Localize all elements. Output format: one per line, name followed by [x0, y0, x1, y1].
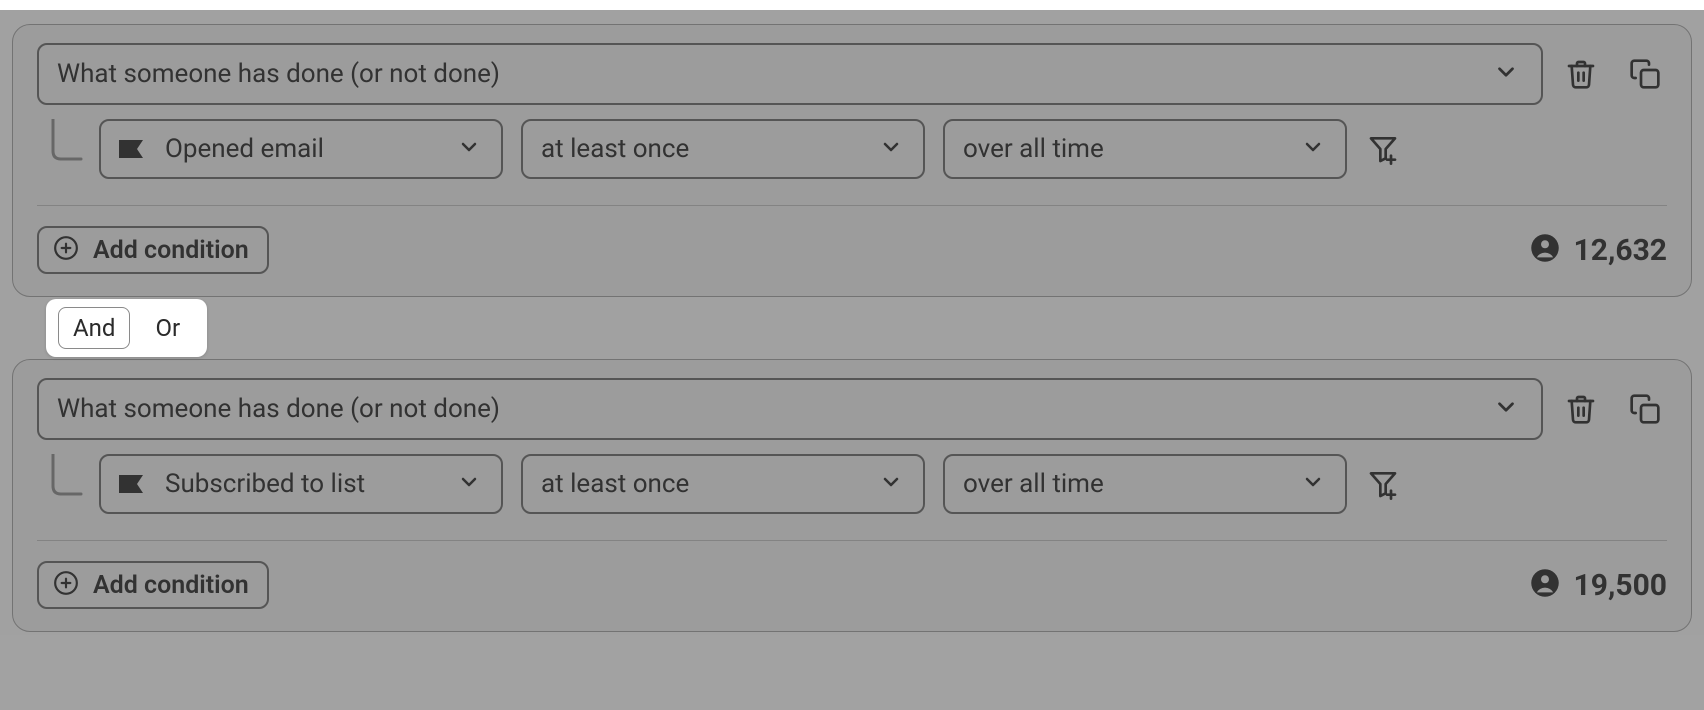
person-icon — [1530, 233, 1560, 267]
count-value: 12,632 — [1574, 233, 1667, 268]
add-condition-label: Add condition — [93, 236, 249, 265]
card-header-row: What someone has done (or not done) — [37, 378, 1667, 440]
count-value: 19,500 — [1574, 568, 1667, 603]
condition-type-label: What someone has done (or not done) — [57, 394, 500, 424]
condition-card: What someone has done (or not done) — [12, 359, 1692, 632]
timeframe-label: over all time — [963, 469, 1104, 499]
chevron-down-icon — [457, 135, 481, 163]
condition-sub-row: Opened email at least once over all time — [37, 119, 1667, 179]
add-condition-label: Add condition — [93, 571, 249, 600]
add-condition-button[interactable]: Add condition — [37, 561, 269, 609]
tree-connector — [43, 127, 87, 171]
chevron-down-icon — [879, 135, 903, 163]
metric-dropdown[interactable]: Subscribed to list — [99, 454, 503, 514]
timeframe-dropdown[interactable]: over all time — [943, 454, 1347, 514]
person-icon — [1530, 568, 1560, 602]
divider — [37, 540, 1667, 541]
count-group: 12,632 — [1530, 233, 1667, 268]
logic-or-option[interactable]: Or — [140, 307, 195, 349]
top-strip — [0, 0, 1704, 10]
timeframe-dropdown[interactable]: over all time — [943, 119, 1347, 179]
metric-dropdown[interactable]: Opened email — [99, 119, 503, 179]
delete-button[interactable] — [1563, 56, 1599, 92]
metric-label: Opened email — [165, 134, 324, 164]
condition-type-dropdown[interactable]: What someone has done (or not done) — [37, 43, 1543, 105]
metric-label: Subscribed to list — [165, 469, 365, 499]
duplicate-button[interactable] — [1627, 391, 1663, 427]
logic-toggle: And Or — [46, 299, 207, 357]
frequency-label: at least once — [541, 469, 689, 499]
delete-button[interactable] — [1563, 391, 1599, 427]
timeframe-label: over all time — [963, 134, 1104, 164]
duplicate-button[interactable] — [1627, 56, 1663, 92]
logic-and-option[interactable]: And — [58, 307, 130, 349]
condition-card: What someone has done (or not done) — [12, 24, 1692, 297]
frequency-dropdown[interactable]: at least once — [521, 119, 925, 179]
plus-circle-icon — [53, 570, 79, 600]
condition-type-dropdown[interactable]: What someone has done (or not done) — [37, 378, 1543, 440]
add-condition-button[interactable]: Add condition — [37, 226, 269, 274]
chevron-down-icon — [1301, 470, 1325, 498]
logic-row: And Or — [12, 291, 1692, 365]
chevron-down-icon — [1493, 59, 1519, 89]
frequency-label: at least once — [541, 134, 689, 164]
card-footer-row: Add condition 12,632 — [37, 226, 1667, 274]
condition-type-label: What someone has done (or not done) — [57, 59, 500, 89]
flag-icon — [119, 139, 147, 159]
count-group: 19,500 — [1530, 568, 1667, 603]
chevron-down-icon — [457, 470, 481, 498]
add-filter-button[interactable] — [1365, 131, 1401, 167]
plus-circle-icon — [53, 235, 79, 265]
conditions-canvas: What someone has done (or not done) — [0, 10, 1704, 650]
card-header-actions — [1563, 56, 1667, 92]
card-header-row: What someone has done (or not done) — [37, 43, 1667, 105]
divider — [37, 205, 1667, 206]
add-filter-button[interactable] — [1365, 466, 1401, 502]
frequency-dropdown[interactable]: at least once — [521, 454, 925, 514]
chevron-down-icon — [879, 470, 903, 498]
card-header-actions — [1563, 391, 1667, 427]
chevron-down-icon — [1493, 394, 1519, 424]
flag-icon — [119, 474, 147, 494]
tree-connector — [43, 462, 87, 506]
chevron-down-icon — [1301, 135, 1325, 163]
card-footer-row: Add condition 19,500 — [37, 561, 1667, 609]
condition-sub-row: Subscribed to list at least once over al… — [37, 454, 1667, 514]
